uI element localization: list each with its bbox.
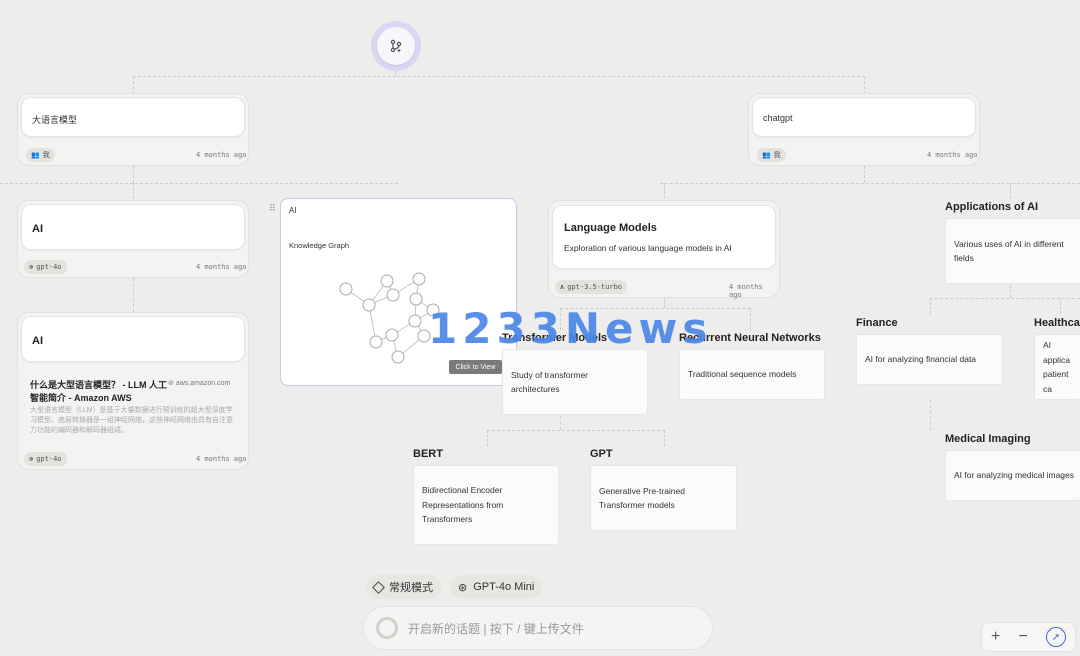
node-gpt-desc: Generative Pre-trained Transformer model… <box>599 485 685 511</box>
node-rnn[interactable]: Traditional sequence models <box>679 349 825 400</box>
node-language-models-card: Language Models Exploration of various l… <box>552 205 776 269</box>
diamond-icon <box>372 580 385 594</box>
zoom-out-button[interactable]: − <box>1018 628 1027 646</box>
node-finance-desc: AI for analyzing financial data <box>865 354 977 365</box>
node-llm-card: 大语言模型 <box>21 97 245 137</box>
timestamp: 4 months ago <box>196 455 247 463</box>
timestamp: 4 months ago <box>729 283 763 299</box>
link-snippet: 大型语言模型（LLM）是基于大量数据进行预训练的超大型深度学习模型。底层转换器是… <box>30 407 233 434</box>
watermark: 1233News <box>428 304 713 353</box>
node-applications[interactable]: Various uses of AI in different fields <box>945 218 1080 284</box>
compass-icon[interactable]: ➚ <box>1045 627 1066 647</box>
avatar: 👥 <box>762 151 771 159</box>
node-ai-2-card: AI <box>21 316 245 362</box>
timestamp: 4 months ago <box>196 151 247 159</box>
model-badge: ⊛ gpt-4o <box>24 260 67 274</box>
node-imaging-label: Medical Imaging <box>945 433 1031 445</box>
node-chatgpt[interactable]: chatgpt 👥 我 4 months ago <box>748 93 980 166</box>
node-healthcare[interactable]: AI applica patient ca <box>1034 334 1080 400</box>
link-domain[interactable]: ⊘ aws.amazon.com <box>168 379 230 387</box>
model-badge: ⊛ gpt-4o <box>24 452 67 466</box>
timestamp: 4 months ago <box>196 263 247 271</box>
node-finance-label: Finance <box>856 317 898 329</box>
openai-icon: ⊛ <box>29 263 34 271</box>
model-selector[interactable]: ⊛ GPT-4o Mini <box>450 575 543 599</box>
lm-title: Language Models <box>564 222 657 234</box>
node-chatgpt-card: chatgpt <box>752 97 976 137</box>
link-icon: ⊘ <box>168 380 174 387</box>
node-rnn-desc: Traditional sequence models <box>688 369 797 380</box>
drag-handle-icon[interactable]: ⠿ <box>269 203 276 214</box>
anthropic-icon: ʌ <box>560 283 565 291</box>
node-applications-label: Applications of AI <box>945 201 1039 213</box>
zoom-in-button[interactable]: + <box>991 628 1000 646</box>
kg-title: AI <box>289 206 297 215</box>
model-selector-label: GPT-4o Mini <box>473 581 535 593</box>
node-applications-desc: Various uses of AI in different fields <box>954 238 1064 264</box>
node-healthcare-label: Healthca <box>1034 317 1080 329</box>
owner-label: 我 <box>42 151 50 159</box>
node-imaging-desc: AI for analyzing medical images <box>954 470 1075 481</box>
branch-icon <box>377 27 415 65</box>
lm-desc: Exploration of various language models i… <box>564 243 732 253</box>
model-label: gpt-4o <box>36 455 62 463</box>
node-llm-title: 大语言模型 <box>32 115 78 125</box>
link-domain-label: aws.amazon.com <box>175 380 231 387</box>
model-label: gpt-3.5-turbo <box>567 283 623 291</box>
knowledge-graph-card[interactable]: AI Knowledge Graph <box>280 198 517 386</box>
node-ai-1[interactable]: AI ⊛ gpt-4o 4 months ago <box>17 200 249 278</box>
node-language-models[interactable]: Language Models Exploration of various l… <box>548 200 780 299</box>
node-transformer[interactable]: Study of transformer architectures <box>502 349 648 415</box>
node-ai-2[interactable]: AI 什么是大型语言模型？ - LLM 人工智能简介 - Amazon AWS … <box>17 312 249 470</box>
owner-badge: 👥 我 <box>757 148 786 162</box>
node-chatgpt-title: chatgpt <box>763 113 793 123</box>
mode-selector[interactable]: 常规模式 <box>366 575 441 599</box>
node-ai-1-card: AI <box>21 204 245 250</box>
node-llm[interactable]: 大语言模型 👥 我 4 months ago <box>17 93 249 166</box>
zoom-controls: + − ➚ <box>981 622 1076 652</box>
click-to-view-button[interactable]: Click to View <box>449 360 502 374</box>
node-gpt-label: GPT <box>590 448 613 460</box>
node-imaging[interactable]: AI for analyzing medical images <box>945 450 1080 501</box>
node-ai-1-title: AI <box>32 223 43 235</box>
node-ai-2-title: AI <box>32 335 43 347</box>
node-gpt[interactable]: Generative Pre-trained Transformer model… <box>590 465 737 531</box>
timestamp: 4 months ago <box>927 151 978 159</box>
node-healthcare-desc: AI applica patient ca <box>1043 340 1070 394</box>
topic-input[interactable]: 开启新的话题 | 按下 / 键上传文件 <box>363 606 713 650</box>
node-finance[interactable]: AI for analyzing financial data <box>856 334 1003 385</box>
kg-subtitle: Knowledge Graph <box>289 241 350 250</box>
model-label: gpt-4o <box>36 263 62 271</box>
openai-icon: ⊛ <box>458 581 468 594</box>
model-badge: ʌ gpt-3.5-turbo <box>555 280 628 294</box>
node-bert-desc: Bidirectional Encoder Representations fr… <box>422 485 504 525</box>
avatar: 👥 <box>31 151 40 159</box>
input-placeholder: 开启新的话题 | 按下 / 键上传文件 <box>408 621 584 636</box>
link-title[interactable]: 什么是大型语言模型？ - LLM 人工智能简介 - Amazon AWS <box>30 379 168 405</box>
openai-icon: ⊛ <box>29 455 34 463</box>
node-transformer-desc: Study of transformer architectures <box>511 369 589 395</box>
circle-icon <box>376 617 398 639</box>
node-bert[interactable]: Bidirectional Encoder Representations fr… <box>413 465 559 545</box>
owner-badge: 👥 我 <box>26 148 55 162</box>
owner-label: 我 <box>773 151 781 159</box>
mode-label: 常规模式 <box>389 582 433 594</box>
node-bert-label: BERT <box>413 448 443 460</box>
root-node[interactable] <box>371 21 421 71</box>
